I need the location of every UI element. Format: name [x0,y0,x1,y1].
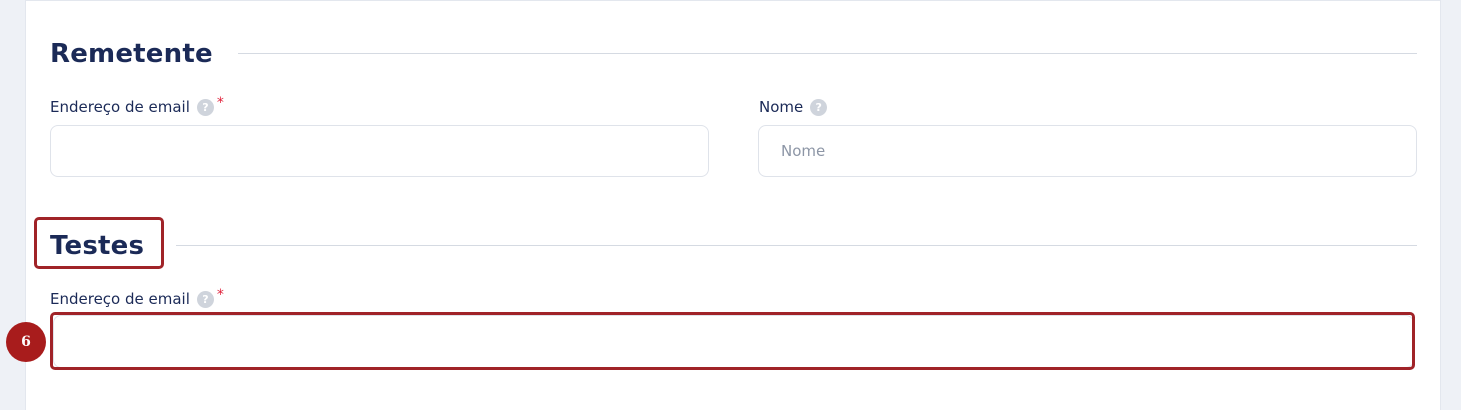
sender-email-input[interactable] [50,125,709,177]
sender-section-divider [238,53,1417,54]
sender-email-label-text: Endereço de email [50,98,190,116]
sender-name-input[interactable] [758,125,1417,177]
sender-name-label: Nome ? [759,98,828,116]
test-email-input-highlight [50,312,1415,370]
test-section-divider [176,245,1417,246]
test-email-label: Endereço de email ? * [50,287,224,308]
sender-name-label-text: Nome [759,98,804,116]
test-email-label-text: Endereço de email [50,290,190,308]
help-icon[interactable]: ? [196,290,214,308]
step-number-badge: 6 [6,322,46,362]
test-title-highlight [34,217,164,269]
required-asterisk: * [216,95,224,111]
required-asterisk: * [216,287,224,303]
sender-email-label: Endereço de email ? * [50,95,224,116]
sender-section-title: Remetente [50,39,213,69]
help-icon[interactable]: ? [196,98,214,116]
help-icon[interactable]: ? [810,98,828,116]
